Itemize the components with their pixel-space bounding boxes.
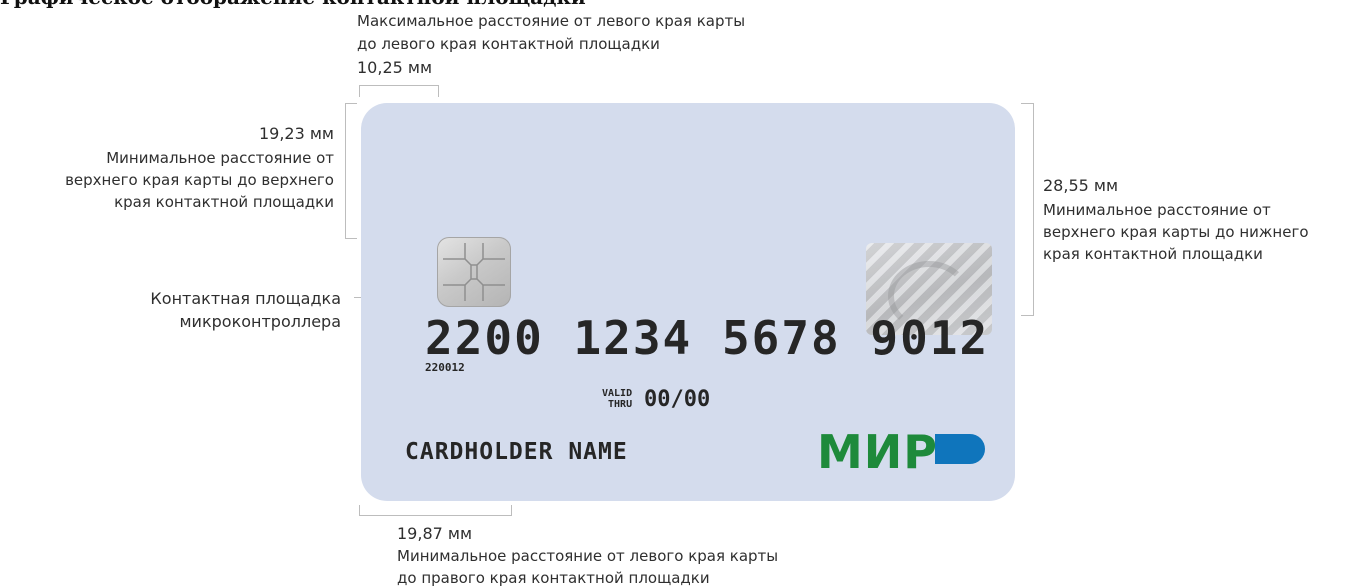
chip-label-line1: Контактная площадка [150, 289, 341, 308]
expiry-date: 00/00 [644, 387, 711, 412]
cardholder-name: CARDHOLDER NAME [405, 439, 628, 465]
annotation-left-line2: верхнего края карты до верхнего [65, 171, 334, 189]
mir-logo-text: МИР [817, 425, 938, 479]
mir-logo-blue-mark [935, 434, 985, 464]
valid-thru-label: VALID THRU [602, 388, 633, 410]
annotation-left-value: 19,23 мм [258, 124, 334, 143]
annotation-top-value: 10,25 мм [357, 58, 433, 77]
payment-card: 2200 1234 5678 9012 220012 VALID THRU 00… [361, 103, 1015, 501]
left-dimension-bracket [345, 103, 357, 239]
annotation-right-value: 28,55 мм [1043, 176, 1119, 195]
chip-icon [437, 237, 511, 307]
card-bin: 220012 [425, 361, 465, 374]
top-dimension-bracket [359, 85, 439, 97]
card-number: 2200 1234 5678 9012 [425, 311, 990, 365]
annotation-right-line1: Минимальное расстояние от [1043, 201, 1271, 219]
bottom-dimension-bracket [359, 505, 512, 516]
annotation-left-line1: Минимальное расстояние от [106, 149, 334, 167]
annotation-bottom-line1: Минимальное расстояние от левого края ка… [397, 547, 779, 565]
annotation-top-line1: Максимальное расстояние от левого края к… [357, 12, 746, 30]
right-dimension-bracket [1021, 103, 1034, 316]
annotation-left-line3: края контактной площадки [114, 193, 334, 211]
annotation-right-line2: верхнего края карты до нижнего [1043, 223, 1309, 241]
mir-logo-icon: МИР [817, 425, 987, 479]
annotation-bottom-line2: до правого края контактной площадки [397, 569, 710, 587]
page-title: Графическое отображение контактной площа… [0, 0, 586, 9]
annotation-right-line3: края контактной площадки [1043, 245, 1263, 263]
annotation-top-line2: до левого края контактной площадки [357, 35, 660, 53]
chip-label-line2: микроконтроллера [179, 312, 341, 331]
annotation-bottom-value: 19,87 мм [397, 524, 473, 543]
